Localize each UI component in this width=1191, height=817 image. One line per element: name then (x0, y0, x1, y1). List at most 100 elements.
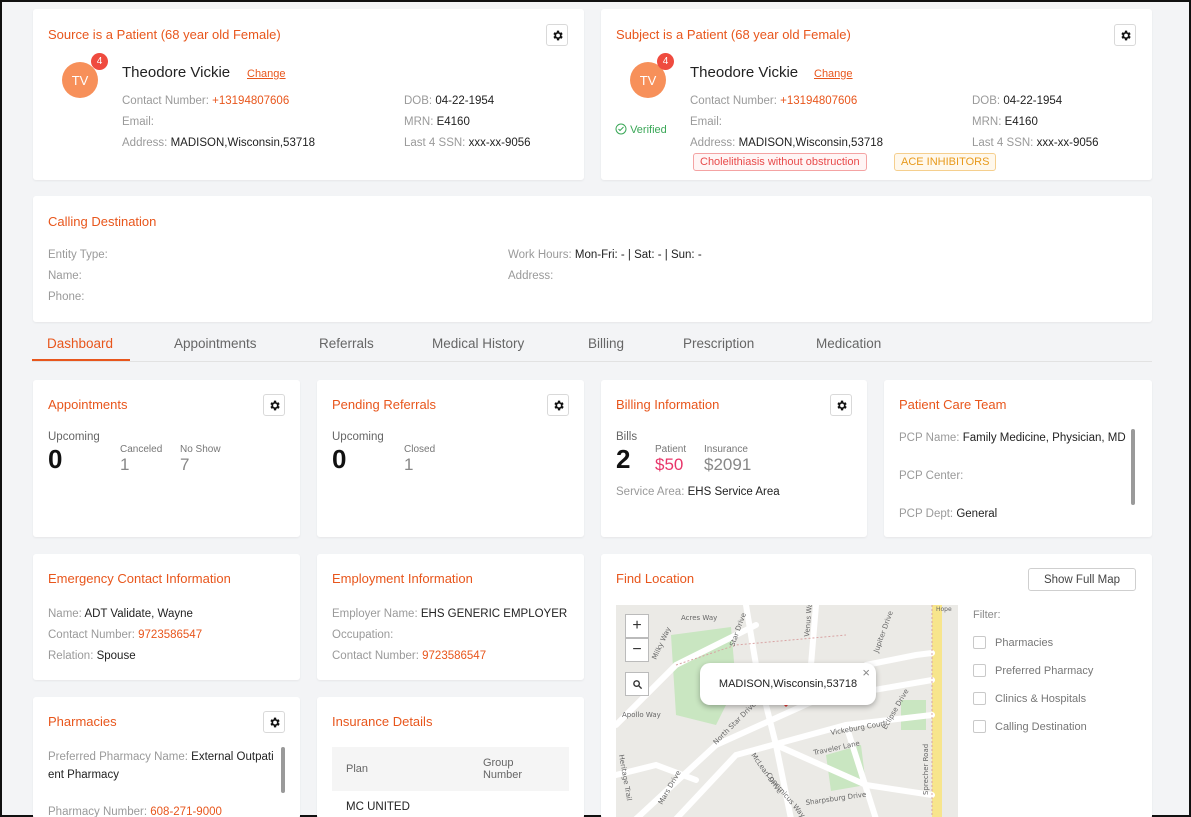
tab-appointments[interactable]: Appointments (174, 336, 257, 351)
preferred-pharmacy-value-continued: ent Pharmacy (48, 769, 119, 781)
calling-name-label: Name: (48, 270, 82, 282)
bills-label: Bills (616, 431, 638, 443)
referrals-closed-label: Closed (404, 444, 436, 455)
gear-icon (553, 400, 564, 410)
source-dob-row: DOB: 04-22-1954 (404, 95, 494, 107)
map-tiles: Acres Way Star Drive Venus Way Jupiter D… (616, 605, 958, 817)
preferred-pharmacy-row: Preferred Pharmacy Name: External Outpat… (48, 751, 274, 763)
pcp-center-label: PCP Center: (899, 470, 964, 482)
source-dob-value: 04-22-1954 (435, 95, 495, 107)
subject-ssn-row: Last 4 SSN: xxx-xx-9056 (972, 137, 1099, 149)
source-settings-button[interactable] (546, 24, 568, 46)
insurance-table: Plan Group Number MC UNITED (332, 747, 569, 813)
appointments-title: Appointments (48, 397, 128, 412)
patient-care-team-card: Patient Care Team PCP Name: Family Medic… (884, 380, 1152, 537)
source-email-label: Email: (122, 116, 154, 128)
subject-change-link[interactable]: Change (814, 68, 853, 80)
filter-pharmacies-checkbox[interactable] (973, 636, 986, 649)
emergency-contact-title: Emergency Contact Information (48, 571, 231, 586)
filter-calling-destination-checkbox[interactable] (973, 720, 986, 733)
occupation-row: Occupation: (332, 629, 393, 641)
work-hours-label: Work Hours: (508, 249, 572, 261)
preferred-pharmacy-label: Preferred Pharmacy Name: (48, 751, 188, 763)
entity-type-row: Entity Type: (48, 249, 108, 261)
source-mrn-value: E4160 (436, 116, 470, 128)
subject-address-value: MADISON,Wisconsin,53718 (738, 137, 884, 149)
tab-medication[interactable]: Medication (816, 336, 881, 351)
filter-preferred-pharmacy-checkbox[interactable] (973, 664, 986, 677)
subject-dob-label: DOB: (972, 95, 1001, 107)
employment-contact-value[interactable]: 9723586547 (422, 650, 486, 662)
subject-settings-button[interactable] (1114, 24, 1136, 46)
emergency-name-label: Name: (48, 608, 82, 620)
tab-prescription[interactable]: Prescription (683, 336, 754, 351)
employment-card: Employment Information Employer Name: EH… (317, 554, 584, 680)
occupation-label: Occupation: (332, 629, 394, 641)
billing-information-card: Billing Information Bills 2 Patient $50 … (601, 380, 867, 537)
street-label-sprecher-road: Sprecher Road (922, 744, 930, 795)
emergency-name-value: ADT Validate, Wayne (84, 608, 193, 620)
pending-referrals-title: Pending Referrals (332, 397, 437, 412)
allergy-tag: ACE INHIBITORS (894, 153, 997, 171)
emergency-name-row: Name: ADT Validate, Wayne (48, 608, 193, 620)
subject-mrn-value: E4160 (1004, 116, 1038, 128)
filter-clinics-hospitals-checkbox[interactable] (973, 692, 986, 705)
zoom-out-button[interactable]: − (625, 638, 649, 662)
tab-billing[interactable]: Billing (588, 336, 624, 351)
street-label-apollo-way: Apollo Way (622, 711, 661, 719)
emergency-relation-row: Relation: Spouse (48, 650, 136, 662)
appointments-card: Appointments Upcoming 0 Canceled 1 No Sh… (33, 380, 300, 537)
pharmacy-number-value[interactable]: 608-271-9000 (150, 806, 222, 817)
employer-label: Employer Name: (332, 608, 418, 620)
emergency-contact-value[interactable]: 9723586547 (138, 629, 202, 641)
employment-contact-label: Contact Number: (332, 650, 419, 662)
show-full-map-button[interactable]: Show Full Map (1028, 568, 1136, 591)
care-team-scrollbar[interactable] (1131, 429, 1135, 505)
tab-referrals[interactable]: Referrals (319, 336, 374, 351)
billing-settings-button[interactable] (830, 394, 852, 416)
subject-mrn-row: MRN: E4160 (972, 116, 1038, 128)
calling-address-row: Address: (508, 270, 553, 282)
pcp-center-row: PCP Center: (899, 470, 963, 482)
source-contact-value[interactable]: +13194807606 (212, 95, 289, 107)
insurance-col-group: Group Number (468, 747, 569, 791)
source-change-link[interactable]: Change (247, 68, 286, 80)
pharmacies-scrollbar[interactable] (281, 747, 285, 793)
pending-referrals-card: Pending Referrals Upcoming 0 Closed 1 (317, 380, 584, 537)
referrals-upcoming-value: 0 (332, 444, 347, 474)
tab-dashboard[interactable]: Dashboard (47, 336, 113, 351)
subject-dob-value: 04-22-1954 (1003, 95, 1063, 107)
subject-email-row: Email: (690, 116, 722, 128)
subject-contact-label: Contact Number: (690, 95, 777, 107)
appointments-noshow-label: No Show (180, 444, 221, 455)
filter-calling-destination-label: Calling Destination (995, 721, 1087, 733)
subject-contact-value[interactable]: +13194807606 (780, 95, 857, 107)
filter-pharmacies-label: Pharmacies (995, 637, 1054, 649)
pharmacies-settings-button[interactable] (263, 711, 285, 733)
appointments-canceled-label: Canceled (120, 444, 163, 455)
appointments-canceled-value: 1 (120, 455, 130, 474)
referrals-settings-button[interactable] (547, 394, 569, 416)
map-search-button[interactable] (625, 672, 649, 696)
street-label-hope: Hope (936, 606, 952, 613)
pcp-dept-row: PCP Dept: General (899, 508, 997, 520)
tab-medical-history[interactable]: Medical History (432, 336, 524, 351)
close-icon[interactable]: × (862, 665, 870, 680)
emergency-relation-value: Spouse (96, 650, 136, 662)
calling-destination-card: Calling Destination Entity Type: Name: P… (33, 196, 1152, 322)
insurance-col-group-line2: Number (482, 769, 523, 781)
location-map[interactable]: Acres Way Star Drive Venus Way Jupiter D… (616, 605, 958, 817)
patient-balance-label: Patient (655, 444, 687, 455)
appointments-settings-button[interactable] (263, 394, 285, 416)
entity-type-label: Entity Type: (48, 249, 108, 261)
pcp-name-row: PCP Name: Family Medicine, Physician, MD (899, 432, 1126, 444)
preferred-pharmacy-row-continued: ent Pharmacy (48, 769, 119, 781)
map-location-popup: MADISON,Wisconsin,53718 × (700, 663, 876, 705)
street-label-acres-way: Acres Way (681, 614, 717, 622)
filter-clinics-hospitals-label: Clinics & Hospitals (995, 693, 1087, 705)
insurance-col-plan: Plan (332, 747, 469, 791)
zoom-in-button[interactable]: + (625, 614, 649, 638)
subject-patient-name: Theodore Vickie (690, 64, 799, 81)
referrals-upcoming-label: Upcoming (332, 431, 384, 443)
calling-phone-row: Phone: (48, 291, 84, 303)
